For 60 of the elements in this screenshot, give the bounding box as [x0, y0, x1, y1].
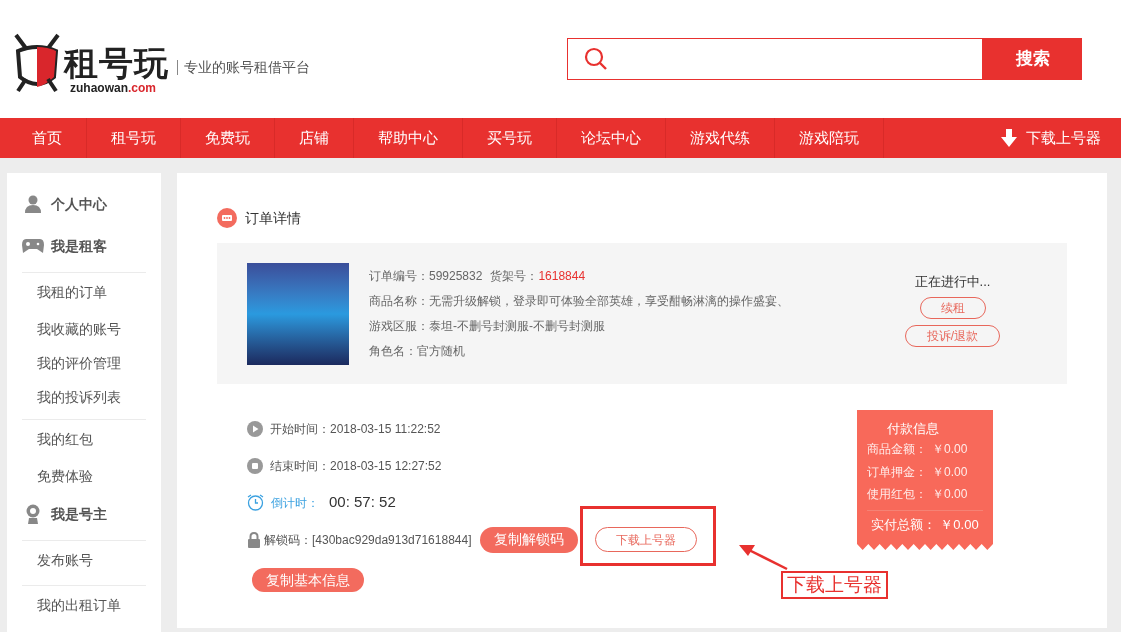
- sidebar-link[interactable]: 发布账号: [37, 550, 93, 571]
- payment-amount: ￥0.00: [932, 486, 968, 503]
- padlock-icon: [247, 531, 261, 548]
- tagline: 专业的账号租借平台: [177, 59, 310, 75]
- sidebar-heading[interactable]: 我是租客: [51, 235, 107, 257]
- stop-icon: [247, 457, 263, 474]
- shelf-number: 货架号：1618844: [490, 267, 586, 285]
- payment-label: 订单押金：: [867, 463, 928, 481]
- payment-amount: ￥0.00: [932, 441, 968, 458]
- payment-label: 使用红包：: [867, 486, 928, 503]
- sidebar-link[interactable]: 我的出租订单: [37, 595, 121, 616]
- payment-amount: ￥0.00: [932, 463, 968, 481]
- copy-info-button[interactable]: 复制基本信息: [252, 568, 364, 592]
- order-detail: 商品名称：无需升级解锁，登录即可体验全部英雄，享受酣畅淋漓的操作盛宴、: [369, 292, 789, 310]
- total-label: 实付总额：: [871, 515, 937, 534]
- nav-link[interactable]: 买号玩: [463, 118, 557, 158]
- order-detail: 角色名：官方随机: [369, 342, 466, 360]
- sidebar-link[interactable]: 我的红包: [37, 429, 93, 450]
- sidebar-link[interactable]: 我收藏的账号: [37, 318, 121, 340]
- time-value: 结束时间：2018-03-15 12:27:52: [270, 457, 442, 475]
- gamepad-icon: [22, 239, 44, 253]
- search-field[interactable]: [567, 38, 983, 80]
- order-detail: 游戏区服：泰坦-不删号封测服-不删号封测服: [369, 317, 606, 335]
- nav-link[interactable]: 论坛中心: [557, 118, 666, 158]
- sidebar-link[interactable]: 我的投诉列表: [37, 386, 121, 408]
- sidebar-heading[interactable]: 个人中心: [51, 193, 107, 215]
- section-title: 订单详情: [245, 208, 301, 228]
- sidebar-link[interactable]: 免费体验: [37, 465, 93, 487]
- payment-label: 商品金额：: [867, 441, 928, 458]
- countdown-value: 00: 57: 52: [329, 492, 396, 513]
- nav-link[interactable]: 店铺: [275, 118, 354, 158]
- nav-link[interactable]: 游戏代练: [666, 118, 775, 158]
- sidebar-link[interactable]: 我的评价管理: [37, 352, 121, 374]
- nav-link[interactable]: 帮助中心: [354, 118, 463, 158]
- annotation-label: 下载上号器: [781, 571, 888, 599]
- sidebar-heading[interactable]: 我是号主: [51, 503, 107, 525]
- download-link[interactable]: 下载上号器: [1000, 126, 1101, 150]
- unlock-code: 解锁码：[430bac929da913d71618844]: [264, 531, 472, 549]
- logo-wordmark: 租号玩: [64, 45, 169, 81]
- download-arrow-icon: [1000, 129, 1018, 147]
- countdown-label: 倒计时：: [271, 494, 319, 512]
- copy-code-button[interactable]: 复制解锁码: [479, 526, 578, 553]
- order-status: 正在进行中...: [914, 272, 991, 291]
- search-icon: [584, 47, 608, 71]
- webcam-icon: [26, 504, 40, 524]
- nav-link[interactable]: 免费玩: [181, 118, 275, 158]
- nav-link[interactable]: 游戏陪玩: [775, 118, 884, 158]
- sidebar-link[interactable]: 我租的订单: [37, 282, 107, 303]
- play-icon: [247, 420, 263, 437]
- person-icon: [24, 195, 42, 213]
- payment-title: 付款信息: [887, 420, 940, 438]
- total-amount: ￥0.00: [940, 515, 979, 534]
- logo-domain: zuhaowan.com: [70, 81, 158, 95]
- search-button[interactable]: 搜索: [983, 38, 1082, 80]
- nav-link[interactable]: 租号玩: [87, 118, 181, 158]
- time-value: 开始时间：2018-03-15 11:22:52: [270, 420, 441, 438]
- order-number: 订单编号：59925832: [369, 267, 483, 285]
- chat-bubble-icon: [217, 208, 237, 228]
- nav-link[interactable]: 首页: [0, 118, 87, 158]
- alarm-clock-icon: [247, 494, 264, 511]
